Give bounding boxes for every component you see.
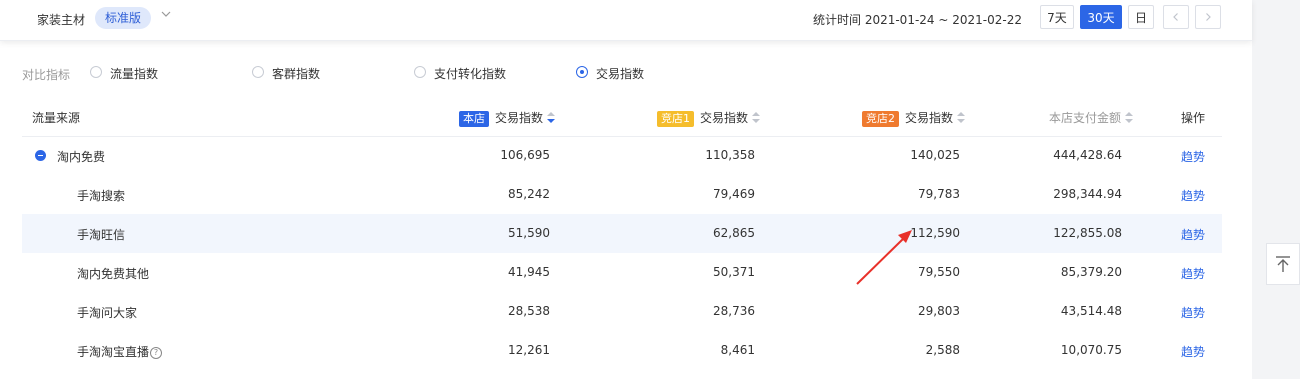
main-panel: 家装主材 标准版 统计时间 2021-01-24 ~ 2021-02-22 7天…: [0, 0, 1252, 379]
table-row: 手淘搜索 85,242 79,469 79,783 298,344.94 趋势: [22, 175, 1222, 214]
row-source: 淘内免费: [57, 150, 106, 164]
radio-label: 客群指数: [272, 67, 321, 81]
row-source: 手淘问大家: [77, 306, 138, 320]
chevron-down-icon[interactable]: [160, 8, 172, 23]
trend-link[interactable]: 趋势: [1181, 148, 1205, 165]
edition-badge[interactable]: 标准版: [95, 7, 152, 29]
collapse-icon[interactable]: [35, 150, 46, 161]
radio-label: 流量指数: [110, 67, 159, 81]
row-c2-index: 79,783: [918, 187, 960, 201]
row-c2-index: 2,588: [925, 343, 960, 357]
radio-label: 交易指数: [596, 67, 645, 81]
col-own-trade-index[interactable]: 本店 交易指数: [459, 109, 556, 127]
top-bar: 家装主材 标准版 统计时间 2021-01-24 ~ 2021-02-22 7天…: [0, 0, 1252, 41]
stat-time-range: 统计时间 2021-01-24 ~ 2021-02-22: [813, 13, 1022, 27]
radio-label: 支付转化指数: [434, 67, 507, 81]
sort-icon[interactable]: [1125, 112, 1134, 124]
row-source-text: 手淘淘宝直播: [77, 345, 150, 359]
row-source: 手淘搜索: [77, 189, 126, 203]
col-label: 交易指数: [700, 111, 749, 125]
row-c1-index: 8,461: [720, 343, 755, 357]
own-store-tag: 本店: [459, 111, 489, 127]
table-row: 手淘旺信 51,590 62,865 112,590 122,855.08 趋势: [22, 214, 1222, 253]
trend-link[interactable]: 趋势: [1181, 226, 1205, 243]
col-label: 交易指数: [905, 111, 954, 125]
competitor2-tag: 竞店2: [862, 111, 899, 127]
row-source: 淘内免费其他: [77, 267, 150, 281]
trend-link[interactable]: 趋势: [1181, 304, 1205, 321]
period-30d-button[interactable]: 30天: [1080, 5, 1122, 29]
row-amount: 10,070.75: [1060, 343, 1122, 357]
period-day-button[interactable]: 日: [1128, 5, 1154, 29]
radio-circle[interactable]: [414, 66, 426, 78]
table-header: 流量来源 本店 交易指数 竞店1 交易指数 竞店2 交易指数 本店支付金额 操作: [22, 96, 1222, 137]
col-competitor2-trade-index[interactable]: 竞店2 交易指数: [862, 109, 966, 127]
help-icon[interactable]: ?: [150, 347, 163, 359]
sort-icon[interactable]: [752, 112, 761, 124]
compare-title: 对比指标: [22, 68, 71, 82]
row-c1-index: 50,371: [713, 265, 755, 279]
row-amount: 298,344.94: [1053, 187, 1122, 201]
category-label: 家装主材: [37, 13, 86, 27]
radio-circle[interactable]: [576, 66, 588, 78]
row-source: 手淘淘宝直播?: [77, 343, 163, 360]
trend-link[interactable]: 趋势: [1181, 343, 1205, 360]
table-row: 手淘淘宝直播? 12,261 8,461 2,588 10,070.75 趋势: [22, 331, 1222, 370]
competitor1-tag: 竞店1: [657, 111, 694, 127]
col-source: 流量来源: [32, 111, 81, 125]
col-own-pay-amount[interactable]: 本店支付金额: [1049, 109, 1134, 126]
row-amount: 85,379.20: [1060, 265, 1122, 279]
row-c2-index: 29,803: [918, 304, 960, 318]
back-to-top-button[interactable]: [1266, 243, 1300, 285]
next-period-button[interactable]: [1195, 5, 1221, 29]
col-label: 本店支付金额: [1049, 111, 1122, 125]
radio-circle[interactable]: [252, 66, 264, 78]
row-c1-index: 62,865: [713, 226, 755, 240]
row-c1-index: 110,358: [705, 148, 755, 162]
sort-desc-icon[interactable]: [547, 112, 556, 124]
table-row: 手淘问大家 28,538 28,736 29,803 43,514.48 趋势: [22, 292, 1222, 331]
row-c1-index: 79,469: [713, 187, 755, 201]
arrow-up-icon: [1276, 256, 1290, 272]
row-own-index: 12,261: [508, 343, 550, 357]
col-label: 交易指数: [495, 111, 544, 125]
row-own-index: 28,538: [508, 304, 550, 318]
trend-link[interactable]: 趋势: [1181, 187, 1205, 204]
row-c2-index: 140,025: [910, 148, 960, 162]
sort-icon[interactable]: [957, 112, 966, 124]
row-amount: 444,428.64: [1053, 148, 1122, 162]
row-amount: 122,855.08: [1053, 226, 1122, 240]
row-c1-index: 28,736: [713, 304, 755, 318]
row-own-index: 85,242: [508, 187, 550, 201]
row-own-index: 41,945: [508, 265, 550, 279]
radio-circle[interactable]: [90, 66, 102, 78]
row-c2-index: 112,590: [910, 226, 960, 240]
compare-metrics: 对比指标 流量指数 客群指数 支付转化指数 交易指数: [0, 60, 1252, 86]
row-own-index: 51,590: [508, 226, 550, 240]
col-action: 操作: [1181, 111, 1206, 125]
trend-link[interactable]: 趋势: [1181, 265, 1205, 282]
table-row: 淘内免费 106,695 110,358 140,025 444,428.64 …: [22, 136, 1222, 175]
prev-period-button[interactable]: [1163, 5, 1189, 29]
row-own-index: 106,695: [500, 148, 550, 162]
table-row: 淘内免费其他 41,945 50,371 79,550 85,379.20 趋势: [22, 253, 1222, 292]
row-amount: 43,514.48: [1060, 304, 1122, 318]
col-competitor1-trade-index[interactable]: 竞店1 交易指数: [657, 109, 761, 127]
row-source: 手淘旺信: [77, 228, 126, 242]
period-7d-button[interactable]: 7天: [1040, 5, 1074, 29]
row-c2-index: 79,550: [918, 265, 960, 279]
